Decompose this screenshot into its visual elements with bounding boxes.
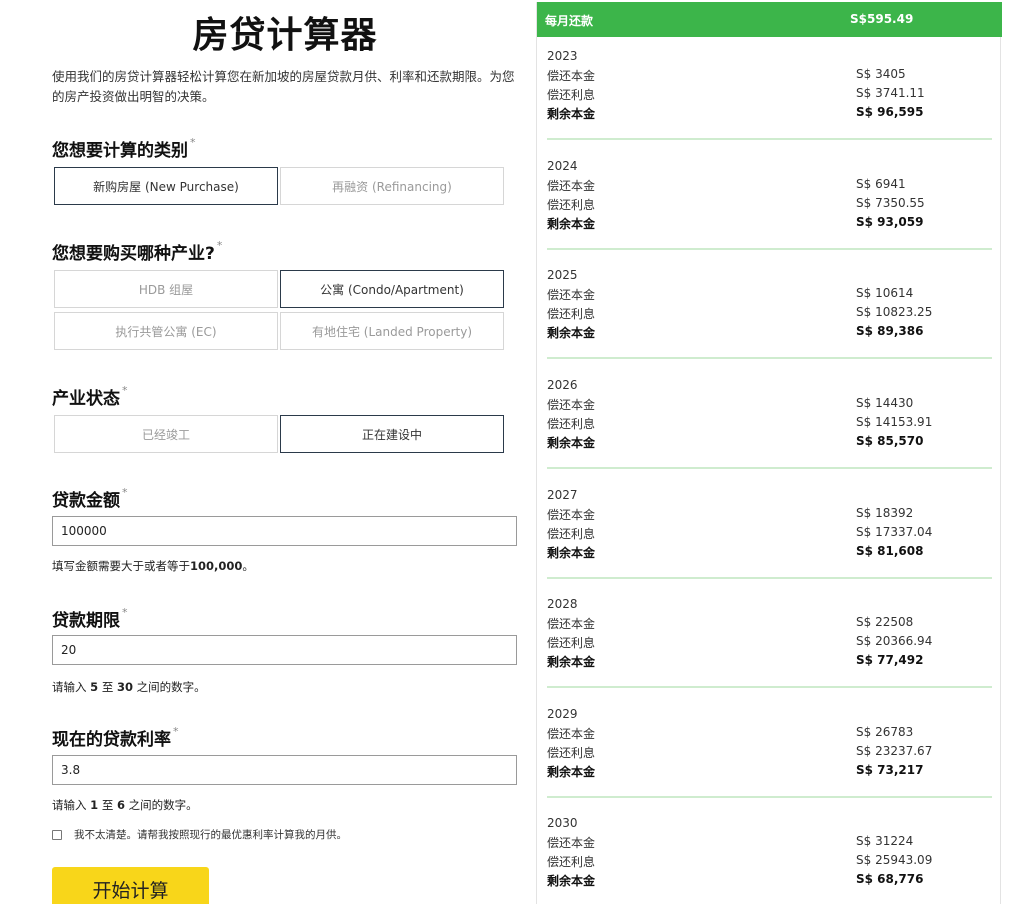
interest-row: 偿还利息 S$ 14153.91: [547, 415, 933, 431]
status-option-under-construction[interactable]: 正在建设中: [280, 415, 504, 453]
monthly-repayment-value: S$595.49: [850, 12, 914, 26]
principal-row: 偿还本金 S$ 22508: [547, 615, 914, 631]
start-calculate-button[interactable]: 开始计算: [52, 867, 209, 904]
property-option-landed[interactable]: 有地住宅 (Landed Property): [280, 312, 504, 350]
year-label: 2023: [547, 49, 578, 63]
interest-row: 偿还利息 S$ 17337.04: [547, 525, 933, 541]
status-option-completed[interactable]: 已经竣工: [54, 415, 278, 453]
interest-rate-label: 现在的贷款利率 *: [52, 725, 179, 750]
page-title: 房贷计算器: [192, 15, 378, 56]
best-rate-checkbox[interactable]: [52, 829, 62, 840]
best-rate-checkbox-label: 我不太清楚。请帮我按照现行的最优惠利率计算我的月供。: [74, 829, 347, 841]
year-label: 2026: [547, 378, 578, 392]
year-divider: [547, 357, 992, 359]
category-label: 您想要计算的类别 *: [52, 136, 196, 161]
year-block: 2023 偿还本金 S$ 3405 偿还利息 S$ 3741.11 剩余本金 S$ 9…: [537, 49, 1002, 159]
property-option-hdb[interactable]: HDB 组屋: [54, 270, 278, 308]
best-rate-checkbox-row[interactable]: 我不太清楚。请帮我按照现行的最优惠利率计算我的月供。: [52, 827, 347, 842]
principal-row: 偿还本金 S$ 3405: [547, 67, 906, 83]
principal-row: 偿还本金 S$ 14430: [547, 396, 914, 412]
loan-amount-label: 贷款金额 *: [52, 486, 128, 511]
year-block: 2027 偿还本金 S$ 18392 偿还利息 S$ 17337.04 剩余本金 S$…: [537, 488, 1002, 598]
property-type-label: 您想要购买哪种产业? *: [52, 239, 223, 264]
year-label: 2029: [547, 707, 578, 721]
intro-text: 使用我们的房贷计算器轻松计算您在新加坡的房屋贷款月供、利率和还款期限。为您的房产…: [52, 69, 515, 104]
principal-row: 偿还本金 S$ 26783: [547, 725, 914, 741]
year-block: 2026 偿还本金 S$ 14430 偿还利息 S$ 14153.91 剩余本金 S$…: [537, 378, 1002, 488]
year-divider: [547, 138, 992, 140]
remaining-row: 剩余本金 S$ 93,059: [547, 215, 924, 231]
year-label: 2025: [547, 268, 578, 282]
category-option-new-purchase[interactable]: 新购房屋 (New Purchase): [54, 167, 278, 205]
year-block: 2029 偿还本金 S$ 26783 偿还利息 S$ 23237.67 剩余本金 S$…: [537, 707, 1002, 817]
remaining-row: 剩余本金 S$ 81,608: [547, 544, 924, 560]
year-divider: [547, 467, 992, 469]
property-option-condo[interactable]: 公寓 (Condo/Apartment): [280, 270, 504, 308]
principal-row: 偿还本金 S$ 31224: [547, 834, 914, 850]
year-divider: [547, 577, 992, 579]
principal-row: 偿还本金 S$ 18392: [547, 506, 914, 522]
remaining-row: 剩余本金 S$ 73,217: [547, 763, 924, 779]
remaining-row: 剩余本金 S$ 85,570: [547, 434, 924, 450]
interest-rate-hint: 请输入 1 至 6 之间的数字。: [52, 798, 198, 812]
monthly-repayment-label: 每月还款: [545, 14, 594, 28]
interest-row: 偿还利息 S$ 3741.11: [547, 86, 925, 102]
loan-tenure-label: 贷款期限 *: [52, 606, 128, 631]
remaining-row: 剩余本金 S$ 89,386: [547, 324, 924, 340]
interest-row: 偿还利息 S$ 10823.25: [547, 305, 933, 321]
year-label: 2024: [547, 159, 578, 173]
interest-row: 偿还利息 S$ 7350.55: [547, 196, 925, 212]
year-divider: [547, 686, 992, 688]
repayment-schedule: 每月还款 S$595.49 2023 偿还本金 S$ 3405 偿还利息 S$ 37…: [536, 2, 1002, 904]
remaining-row: 剩余本金 S$ 96,595: [547, 105, 924, 121]
interest-row: 偿还利息 S$ 23237.67: [547, 744, 933, 760]
interest-row: 偿还利息 S$ 20366.94: [547, 634, 933, 650]
interest-row: 偿还利息 S$ 25943.09: [547, 853, 933, 869]
year-label: 2027: [547, 488, 578, 502]
property-status-label: 产业状态 *: [52, 384, 128, 409]
calculator-form: 房贷计算器 使用我们的房贷计算器轻松计算您在新加坡的房屋贷款月供、利率和还款期限…: [0, 0, 530, 904]
year-divider: [547, 248, 992, 250]
category-option-refinancing[interactable]: 再融资 (Refinancing): [280, 167, 504, 205]
property-option-ec[interactable]: 执行共管公寓 (EC): [54, 312, 278, 350]
remaining-row: 剩余本金 S$ 77,492: [547, 653, 924, 669]
loan-tenure-hint: 请输入 5 至 30 之间的数字。: [52, 680, 206, 694]
loan-amount-input[interactable]: [52, 516, 517, 546]
interest-rate-input[interactable]: [52, 755, 517, 785]
principal-row: 偿还本金 S$ 10614: [547, 286, 914, 302]
year-divider: [547, 796, 992, 798]
remaining-row: 剩余本金 S$ 68,776: [547, 872, 924, 888]
loan-amount-hint: 填写金额需要大于或者等于100,000。: [52, 559, 254, 573]
principal-row: 偿还本金 S$ 6941: [547, 177, 906, 193]
monthly-repayment-header: 每月还款 S$595.49: [537, 2, 1002, 37]
year-block: 2025 偿还本金 S$ 10614 偿还利息 S$ 10823.25 剩余本金 S$…: [537, 268, 1002, 378]
year-block: 2028 偿还本金 S$ 22508 偿还利息 S$ 20366.94 剩余本金 S$…: [537, 597, 1002, 707]
loan-tenure-input[interactable]: [52, 635, 517, 665]
year-label: 2030: [547, 816, 578, 830]
year-block: 2030 偿还本金 S$ 31224 偿还利息 S$ 25943.09 剩余本金 S$…: [537, 816, 1002, 904]
year-label: 2028: [547, 597, 578, 611]
year-block: 2024 偿还本金 S$ 6941 偿还利息 S$ 7350.55 剩余本金 S$ 9…: [537, 159, 1002, 269]
